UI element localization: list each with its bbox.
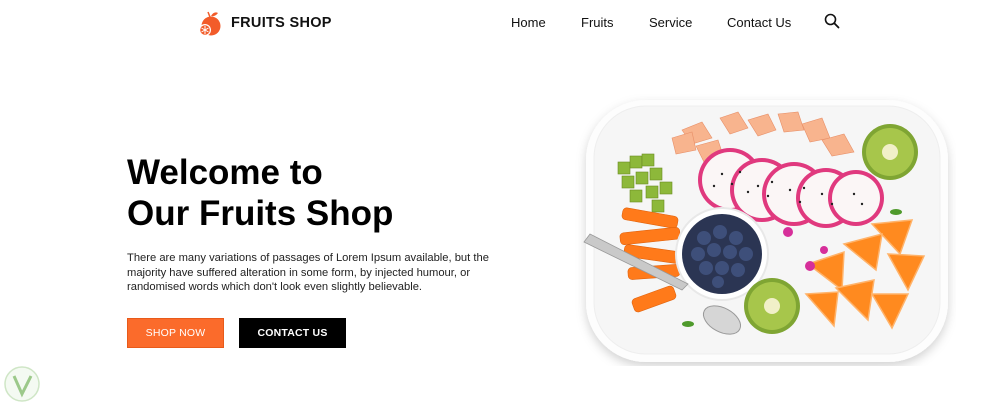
main-nav: Home Fruits Service Contact Us xyxy=(0,15,1000,35)
nav-home[interactable]: Home xyxy=(511,15,546,30)
shop-now-button[interactable]: SHOP NOW xyxy=(127,318,224,348)
nav-service[interactable]: Service xyxy=(649,15,692,30)
hero-title-line-1: Welcome to xyxy=(127,153,323,192)
contact-us-button[interactable]: CONTACT US xyxy=(239,318,346,348)
fruit-plate-image xyxy=(583,100,948,362)
hero-description: There are many variations of passages of… xyxy=(127,252,489,294)
site-header: FRUITS SHOP Home Fruits Service Contact … xyxy=(0,0,1000,46)
v-badge-icon xyxy=(4,366,40,402)
search-icon[interactable] xyxy=(824,13,840,29)
nav-fruits[interactable]: Fruits xyxy=(581,15,614,30)
hero-title-line-2: Our Fruits Shop xyxy=(127,194,394,233)
hero-title: Welcome to Our Fruits Shop xyxy=(127,152,393,234)
nav-contact-us[interactable]: Contact Us xyxy=(727,15,791,30)
